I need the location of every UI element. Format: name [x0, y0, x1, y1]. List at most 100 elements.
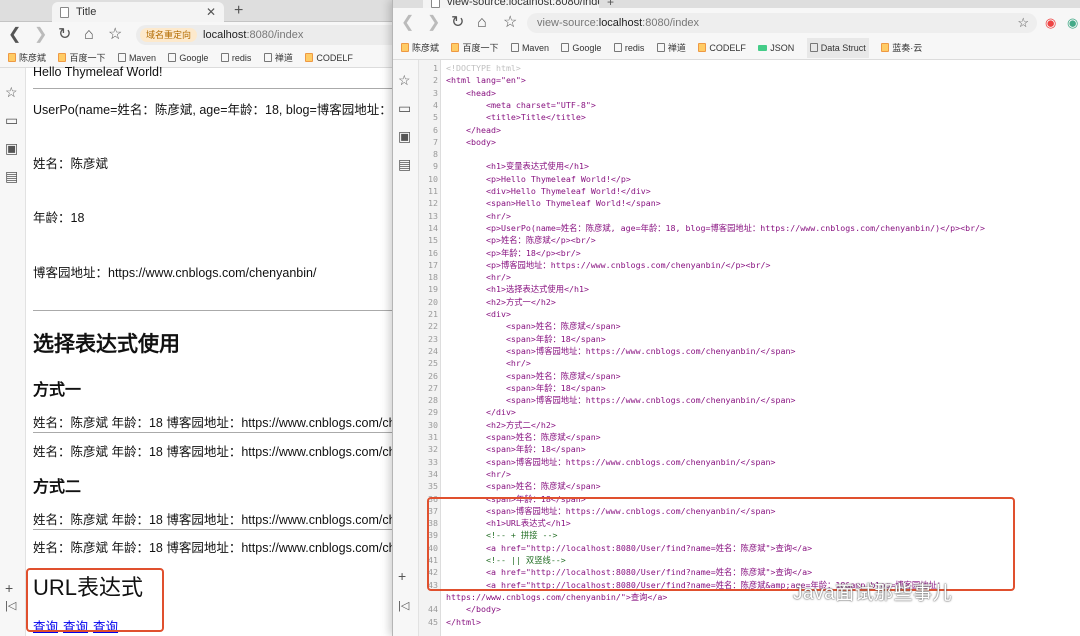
- line-number: 11: [428, 186, 438, 196]
- source-code: <span>年龄：18</span>: [446, 382, 606, 393]
- book-icon[interactable]: ▭: [398, 100, 411, 116]
- way-two-row: 姓名：陈彦斌 年龄：18 博客园地址：https://www.cnblogs.c…: [33, 541, 420, 555]
- source-code: <hr/>: [446, 358, 531, 369]
- back-icon[interactable]: ❮: [8, 25, 21, 45]
- url-path: :8080/index: [642, 17, 700, 29]
- url-scheme: view-source:: [537, 17, 599, 29]
- source-code: <span>博客园地址：https://www.cnblogs.com/chen…: [446, 345, 796, 356]
- bookmarks-bar: 陈彦斌 百度一下 Maven Google redis 禅道 CODELF JS…: [393, 38, 1080, 60]
- notes-icon[interactable]: ▤: [5, 168, 18, 184]
- new-tab-icon[interactable]: +: [234, 1, 243, 21]
- book-icon[interactable]: ▭: [5, 112, 18, 128]
- line-number: 14: [428, 222, 438, 233]
- bookmark-item[interactable]: redis: [613, 38, 644, 58]
- forward-icon[interactable]: ❯: [34, 25, 47, 45]
- way-one-row: 姓名：陈彦斌 年龄：18 博客园地址：https://www.cnblogs.c…: [33, 416, 420, 430]
- line-number: 22: [428, 321, 438, 332]
- notes-icon[interactable]: ▤: [398, 156, 411, 172]
- home-icon[interactable]: ⌂: [477, 13, 487, 33]
- bookmark-item[interactable]: Data Struct: [806, 38, 869, 58]
- reload-icon[interactable]: ↻: [451, 13, 464, 33]
- address-bar[interactable]: view-source:localhost:8080/index ☆: [527, 13, 1037, 33]
- heading-way-two: 方式二: [33, 479, 82, 496]
- name-paragraph: 姓名：陈彦斌: [33, 157, 109, 171]
- source-code: <title>Title</title>: [446, 112, 586, 123]
- home-icon[interactable]: ⌂: [84, 25, 94, 45]
- source-code: </div>: [446, 407, 516, 418]
- source-code: <head>: [446, 87, 496, 98]
- bookmark-item[interactable]: 百度一下: [451, 38, 498, 58]
- source-code: <hr/>: [446, 468, 511, 479]
- bookmark-item[interactable]: Maven: [510, 38, 549, 58]
- bookmark-item[interactable]: 陈彦斌: [401, 38, 439, 58]
- star-icon[interactable]: ☆: [1017, 13, 1029, 33]
- line-number: 32: [428, 444, 438, 455]
- divider: [33, 529, 419, 530]
- page-icon: [60, 7, 69, 18]
- bookmark-star-icon[interactable]: ☆: [108, 25, 122, 45]
- bookmark-item[interactable]: 禅道: [656, 38, 686, 58]
- source-code: <span>姓名：陈彦斌</span>: [446, 432, 601, 442]
- line-number: 33: [428, 456, 438, 467]
- star-icon[interactable]: ☆: [5, 84, 18, 100]
- source-code: <div>: [446, 309, 511, 319]
- bookmark-item[interactable]: Google: [168, 48, 208, 67]
- history-icon[interactable]: ▣: [5, 140, 18, 156]
- line-number: 28: [428, 395, 438, 406]
- tab-title[interactable]: Title ✕: [52, 2, 224, 22]
- line-number: 2: [433, 75, 438, 86]
- browser-window-page: Title ✕ + ❮ ❯ ↻ ⌂ ☆ 域名重定向 localhost:8080/…: [0, 0, 420, 636]
- line-number: 12: [428, 198, 438, 209]
- bookmark-item[interactable]: Google: [561, 38, 601, 58]
- add-panel-icon[interactable]: +: [5, 580, 13, 596]
- source-code: <span>Hello Thymeleaf World!</span>: [446, 198, 661, 209]
- extension-icon[interactable]: ◉: [1045, 13, 1056, 33]
- line-number: 34: [428, 468, 438, 479]
- source-code: <span>姓名：陈彦斌</span>: [446, 370, 621, 381]
- tab-label: view-source:localhost:8080/index: [447, 0, 599, 8]
- source-code: <span>博客园地址：https://www.cnblogs.com/chen…: [446, 456, 776, 467]
- close-tab-icon[interactable]: ✕: [206, 2, 216, 22]
- page-icon: [431, 0, 440, 8]
- bookmark-item[interactable]: redis: [220, 48, 251, 67]
- hello-span: Hello Thymeleaf World!: [33, 65, 163, 79]
- source-code: <span>姓名：陈彦斌</span>: [446, 481, 601, 492]
- bookmark-item[interactable]: 蓝奏·云: [881, 38, 922, 58]
- bookmark-item[interactable]: CODELF: [305, 48, 353, 67]
- watermark: Java面试那些事儿: [793, 583, 953, 604]
- source-code: </html>: [446, 616, 481, 627]
- collapse-icon[interactable]: |◁: [398, 598, 409, 614]
- line-number: 9: [433, 161, 438, 172]
- reload-icon[interactable]: ↻: [58, 25, 71, 45]
- heading-way-one: 方式一: [33, 382, 82, 399]
- address-bar[interactable]: 域名重定向 localhost:8080/index: [136, 25, 419, 45]
- bookmark-item[interactable]: 禅道: [263, 48, 293, 67]
- star-icon[interactable]: ☆: [398, 72, 411, 88]
- toolbar: ❮ ❯ ↻ ⌂ ☆ 域名重定向 localhost:8080/index: [0, 22, 419, 48]
- url-host: localhost: [203, 29, 247, 41]
- line-number: 3: [433, 87, 438, 98]
- bookmark-star-icon[interactable]: ☆: [503, 13, 517, 33]
- browser-window-source: view-source:localhost:8080/index + ❮ ❯ ↻…: [392, 0, 1080, 636]
- line-number: 25: [428, 358, 438, 369]
- forward-icon[interactable]: ❯: [427, 13, 440, 33]
- back-icon[interactable]: ❮: [401, 13, 414, 33]
- add-panel-icon[interactable]: +: [398, 568, 406, 584]
- source-code: <span>年龄：18</span>: [446, 444, 586, 455]
- bookmark-item[interactable]: CODELF: [698, 38, 746, 58]
- extension-icon[interactable]: ◉: [1067, 13, 1078, 33]
- way-two-row: 姓名：陈彦斌 年龄：18 博客园地址：https://www.cnblogs.c…: [33, 513, 420, 527]
- divider: [33, 432, 419, 433]
- line-number: 8: [433, 149, 438, 160]
- collapse-icon[interactable]: |◁: [5, 598, 16, 614]
- line-number: 1: [433, 63, 438, 73]
- bookmark-item[interactable]: JSON: [758, 38, 794, 58]
- line-number: 24: [428, 345, 438, 356]
- source-code: https://www.cnblogs.com/chenyanbin/">查询<…: [446, 591, 668, 602]
- history-icon[interactable]: ▣: [398, 128, 411, 144]
- source-code: <hr/>: [446, 210, 511, 221]
- line-number: 6: [433, 124, 438, 135]
- source-code: <body>: [446, 136, 496, 147]
- source-code: <h1>变量表达式使用</h1>: [446, 161, 589, 172]
- source-code: <h2>方式二</h2>: [446, 419, 556, 430]
